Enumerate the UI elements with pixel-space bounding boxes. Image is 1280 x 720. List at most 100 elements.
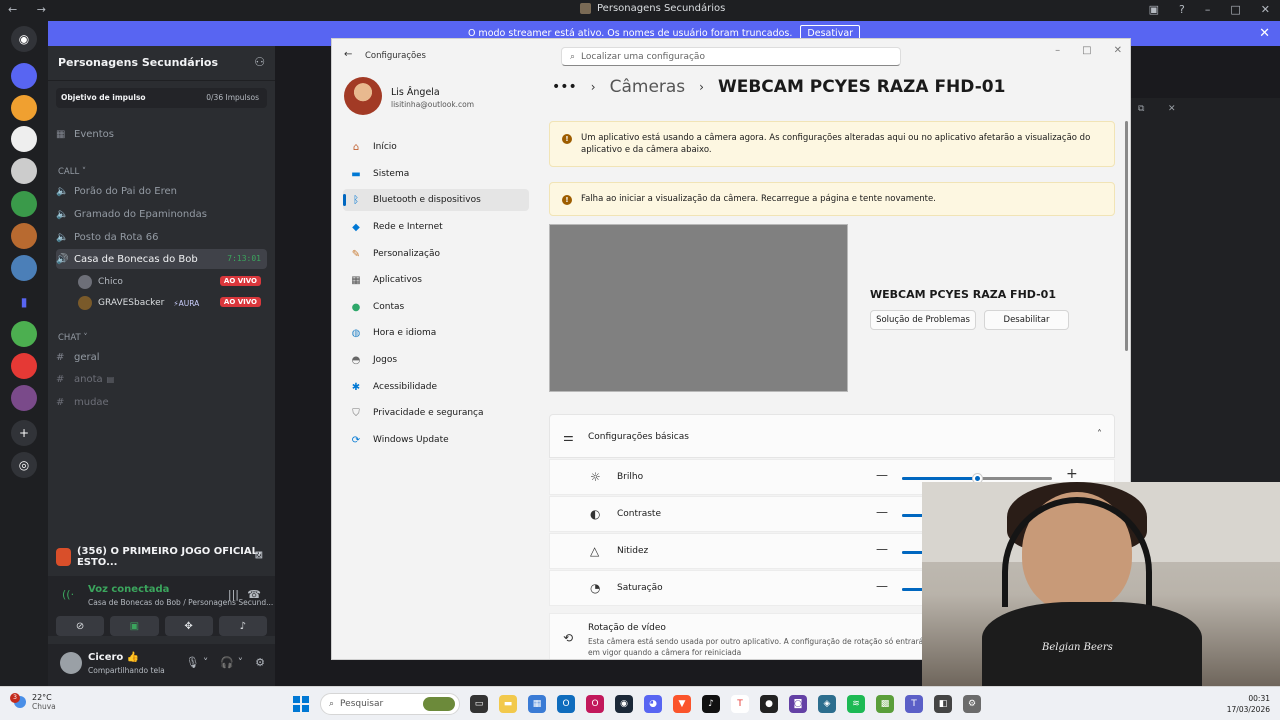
nav-item-accessibility[interactable]: ✱ Acessibilidade	[343, 376, 529, 398]
server-icon[interactable]	[11, 255, 37, 281]
nav-item-personalization[interactable]: ✎ Personalização	[343, 243, 529, 265]
nav-item-gaming[interactable]: ◓ Jogos	[343, 349, 529, 371]
settings-scrollbar[interactable]	[1125, 121, 1128, 351]
decrease-icon[interactable]: —	[876, 505, 888, 519]
system-clock[interactable]: 00:31 17/03/2026	[1227, 693, 1270, 715]
settings-search-input[interactable]: ⌕ Localizar uma configuração	[561, 47, 901, 66]
settings-gear-icon[interactable]: ⚙	[963, 695, 981, 713]
noise-suppression-icon[interactable]: |||	[228, 588, 239, 601]
avatar[interactable]	[60, 652, 82, 674]
minecraft-icon[interactable]: ▩	[876, 695, 894, 713]
teams-icon[interactable]: T	[905, 695, 923, 713]
weather-widget[interactable]: 3 22°C Chuva	[10, 693, 56, 711]
server-name[interactable]: Personagens Secundários	[58, 56, 218, 69]
voice-location[interactable]: Casa de Bonecas do Bob / Personagens Sec…	[88, 598, 273, 607]
server-icon[interactable]	[11, 191, 37, 217]
taskbar-search[interactable]: ⌕ Pesquisar	[320, 693, 460, 715]
obs-icon[interactable]: ●	[760, 695, 778, 713]
server-icon[interactable]	[11, 158, 37, 184]
voice-channel[interactable]: 🔈 Posto da Rota 66	[56, 227, 267, 247]
voice-status[interactable]: Voz conectada	[88, 584, 169, 595]
brightness-slider[interactable]	[902, 473, 1052, 484]
soundboard-button[interactable]: ♪	[218, 616, 267, 636]
text-channel[interactable]: # anota ▤	[56, 369, 267, 389]
troubleshoot-button[interactable]: Solução de Problemas	[870, 310, 976, 330]
nav-item-network[interactable]: ◆ Rede e Internet	[343, 216, 529, 238]
text-channel[interactable]: # geral	[56, 347, 267, 367]
nav-item-apps[interactable]: ▦ Aplicativos	[343, 269, 529, 291]
app-icon[interactable]: ◧	[934, 695, 952, 713]
activity-stream[interactable]: (356) O PRIMEIRO JOGO OFICIAL, ESTO... ⊠	[56, 546, 267, 568]
basic-settings-header[interactable]: ⚌ Configurações básicas ˄	[549, 414, 1115, 458]
maximize-icon[interactable]: □	[1230, 3, 1240, 16]
close-icon[interactable]: ✕	[1114, 45, 1122, 56]
explore-icon[interactable]: ◎	[11, 452, 37, 478]
nav-item-home[interactable]: ⌂ Início	[343, 136, 529, 158]
start-button[interactable]	[293, 696, 309, 712]
category-chat[interactable]: CHAT ˅	[58, 333, 88, 343]
camera-off-button[interactable]: ⊘	[56, 616, 105, 636]
screen-share-button[interactable]: ▣	[110, 616, 159, 636]
minimize-icon[interactable]: –	[1205, 3, 1211, 16]
steam-icon[interactable]: ◉	[615, 695, 633, 713]
voice-member[interactable]: Chico AO VIVO	[78, 273, 267, 291]
nav-item-system[interactable]: ▬ Sistema	[343, 163, 529, 185]
opera-icon[interactable]: O	[586, 695, 604, 713]
twitch-icon[interactable]: ◙	[789, 695, 807, 713]
breadcrumb-overflow[interactable]: •••	[552, 79, 577, 95]
category-call[interactable]: CALL ˅	[58, 167, 86, 177]
history-nav[interactable]: ← →	[8, 3, 54, 16]
avatar[interactable]	[344, 77, 382, 115]
user-name[interactable]: Cicero 👍	[88, 652, 139, 663]
back-icon[interactable]: ←	[344, 49, 352, 60]
breadcrumb-parent[interactable]: Câmeras	[610, 77, 686, 97]
microphone-icon[interactable]: 🎙 ˅	[185, 656, 208, 669]
discord-home-icon[interactable]: ◉	[11, 26, 37, 52]
maximize-icon[interactable]: □	[1082, 45, 1091, 56]
folder-icon[interactable]: ▮	[11, 289, 37, 315]
disable-camera-button[interactable]: Desabilitar	[984, 310, 1069, 330]
server-icon[interactable]	[11, 385, 37, 411]
file-explorer-icon[interactable]: ▬	[499, 695, 517, 713]
voice-channel[interactable]: 🔈 Gramado do Epaminondas	[56, 204, 267, 224]
text-channel[interactable]: # mudae	[56, 392, 267, 412]
stream-popout-icon[interactable]: ⊠	[255, 550, 263, 561]
forward-arrow-icon[interactable]: →	[37, 3, 54, 16]
store-icon[interactable]: ▦	[528, 695, 546, 713]
app-t-icon[interactable]: T	[731, 695, 749, 713]
signal-icon[interactable]: ((·	[62, 588, 74, 601]
decrease-icon[interactable]: —	[876, 579, 888, 593]
add-server-icon[interactable]: +	[11, 420, 37, 446]
server-icon[interactable]	[11, 63, 37, 89]
server-icon[interactable]	[11, 321, 37, 347]
close-icon[interactable]: ✕	[1261, 3, 1270, 16]
nav-item-time-language[interactable]: ◍ Hora e idioma	[343, 322, 529, 344]
gear-icon[interactable]: ⚙	[255, 656, 265, 669]
activities-button[interactable]: ✥	[164, 616, 213, 636]
outlook-icon[interactable]: O	[557, 695, 575, 713]
add-user-icon[interactable]: ⚇	[254, 55, 265, 69]
app-icon[interactable]: ◈	[818, 695, 836, 713]
nav-item-accounts[interactable]: ● Contas	[343, 296, 529, 318]
voice-member[interactable]: GRAVESbacker ⚡AURA AO VIVO	[78, 294, 267, 312]
server-header[interactable]: Personagens Secundários ⚇	[48, 46, 275, 81]
events-item[interactable]: ▦ Eventos	[56, 124, 267, 144]
server-icon[interactable]	[11, 126, 37, 152]
server-icon[interactable]	[11, 353, 37, 379]
spotify-icon[interactable]: ≋	[847, 695, 865, 713]
tiktok-icon[interactable]: ♪	[702, 695, 720, 713]
voice-channel-active[interactable]: 🔊 Casa de Bonecas do Bob 7:13:01	[56, 249, 267, 269]
back-arrow-icon[interactable]: ←	[8, 3, 25, 16]
nav-item-bluetooth[interactable]: ᛒ Bluetooth e dispositivos	[343, 189, 529, 211]
minimize-icon[interactable]: –	[1055, 45, 1060, 56]
boost-goal[interactable]: Objetivo de impulso 0/36 Impulsos	[56, 88, 267, 108]
discord-icon[interactable]: ◕	[644, 695, 662, 713]
server-icon[interactable]	[11, 95, 37, 121]
disconnect-icon[interactable]: ☎	[247, 588, 261, 601]
decrease-icon[interactable]: —	[876, 542, 888, 556]
task-view-icon[interactable]: ▭	[470, 695, 488, 713]
close-banner-icon[interactable]: ✕	[1259, 26, 1270, 41]
help-icon[interactable]: ?	[1179, 3, 1185, 16]
server-icon[interactable]	[11, 223, 37, 249]
headphones-icon[interactable]: 🎧 ˅	[220, 656, 243, 669]
